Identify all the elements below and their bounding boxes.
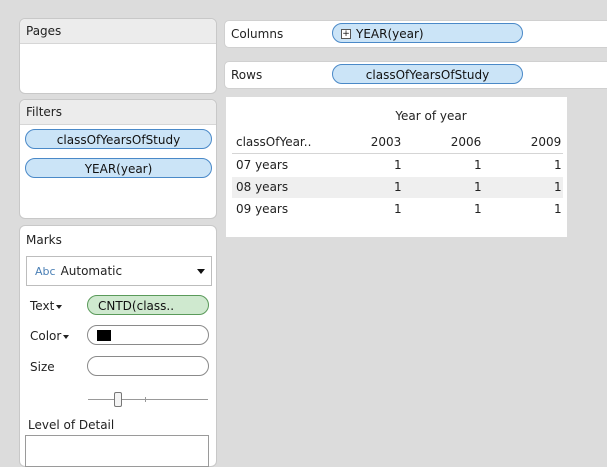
column-header-title: Year of year	[395, 109, 467, 123]
text-mark-button[interactable]: Text	[30, 296, 63, 316]
text-pill-cntd[interactable]: CNTD(class..	[87, 295, 209, 315]
column-year-2003[interactable]: 2003	[366, 135, 406, 149]
rows-shelf: Rows classOfYearsOfStudy	[224, 61, 607, 89]
abc-icon: Abc	[35, 265, 56, 278]
columns-pill-label: YEAR(year)	[356, 27, 424, 41]
rows-label: Rows	[231, 68, 263, 82]
table-row[interactable]: 09 years 1 1 1	[232, 199, 563, 220]
column-year-2009[interactable]: 2009	[526, 135, 566, 149]
size-drop-target[interactable]	[87, 356, 209, 376]
cell-value: 1	[554, 158, 562, 172]
cell-value: 1	[474, 202, 482, 216]
color-mark-label: Color	[30, 329, 62, 343]
level-of-detail-label: Level of Detail	[28, 418, 115, 432]
size-mark-label: Size	[30, 360, 55, 374]
row-label: 08 years	[236, 180, 289, 194]
chevron-down-icon	[56, 304, 63, 309]
color-drop-target[interactable]	[87, 325, 209, 345]
plus-box-icon[interactable]: +	[341, 28, 351, 39]
cell-value: 1	[554, 180, 562, 194]
slider-track	[88, 399, 208, 400]
table-row[interactable]: 07 years 1 1 1	[232, 155, 563, 176]
crosstab-view: Year of year classOfYear.. 2003 2006 200…	[226, 97, 567, 237]
cell-value: 1	[394, 180, 402, 194]
columns-label: Columns	[231, 27, 284, 41]
slider-tick	[145, 397, 146, 402]
cell-value: 1	[554, 202, 562, 216]
table-row[interactable]: 08 years 1 1 1	[232, 177, 563, 198]
cell-value: 1	[474, 158, 482, 172]
level-of-detail-drop-area[interactable]	[25, 435, 209, 467]
mark-type-value: Automatic	[60, 264, 123, 278]
columns-pill-year[interactable]: + YEAR(year)	[332, 23, 523, 43]
column-year-2006[interactable]: 2006	[446, 135, 486, 149]
marks-title: Marks	[26, 233, 62, 247]
text-mark-label: Text	[30, 299, 55, 313]
color-mark-button[interactable]: Color	[30, 326, 70, 346]
size-slider[interactable]	[88, 392, 208, 407]
filters-card: Filters classOfYearsOfStudy YEAR(year)	[19, 99, 217, 219]
pages-title: Pages	[20, 19, 216, 44]
row-header-title: classOfYear..	[236, 135, 312, 149]
chevron-down-icon	[197, 269, 205, 274]
rows-pill-classofyearsofstudy[interactable]: classOfYearsOfStudy	[332, 64, 523, 84]
columns-shelf: Columns + YEAR(year)	[224, 20, 607, 48]
cell-value: 1	[474, 180, 482, 194]
slider-handle[interactable]	[114, 392, 122, 407]
row-label: 09 years	[236, 202, 289, 216]
filter-pill-classofyearsofstudy[interactable]: classOfYearsOfStudy	[25, 129, 212, 149]
row-label: 07 years	[236, 158, 289, 172]
color-swatch[interactable]	[97, 330, 111, 341]
cell-value: 1	[394, 202, 402, 216]
pages-card: Pages	[19, 18, 217, 94]
filters-title: Filters	[20, 100, 216, 125]
mark-type-dropdown[interactable]: Abc Automatic	[26, 256, 212, 286]
pages-drop-area[interactable]	[20, 44, 216, 92]
header-separator	[232, 153, 563, 154]
chevron-down-icon	[63, 334, 70, 339]
filter-pill-year[interactable]: YEAR(year)	[25, 158, 212, 178]
cell-value: 1	[394, 158, 402, 172]
